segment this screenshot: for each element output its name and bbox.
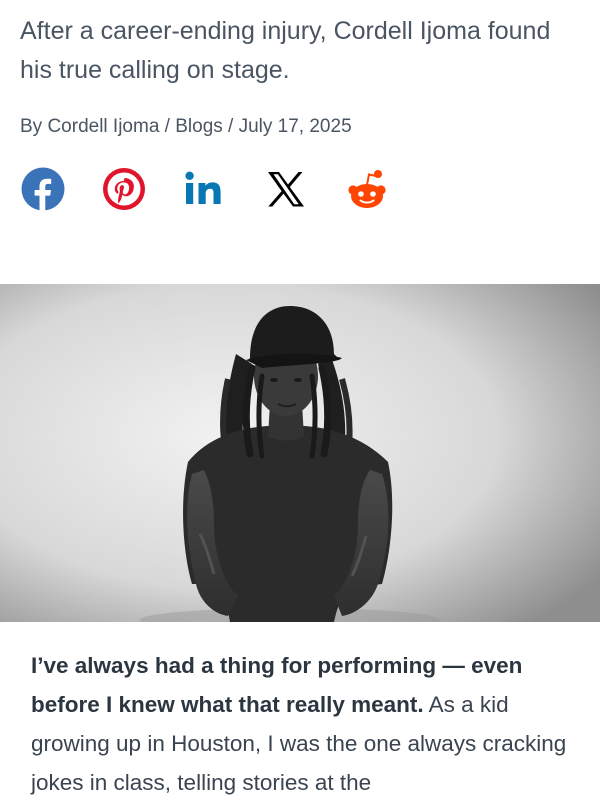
- pinterest-icon: [102, 167, 146, 211]
- portrait-photo: [0, 284, 600, 622]
- article-byline: By Cordell Ijoma / Blogs / July 17, 2025: [20, 116, 352, 138]
- share-facebook-button[interactable]: [20, 166, 66, 212]
- share-pinterest-button[interactable]: [101, 166, 147, 212]
- author-link[interactable]: Cordell Ijoma: [47, 116, 159, 137]
- share-bar: [20, 166, 390, 212]
- share-reddit-button[interactable]: [344, 166, 390, 212]
- article-body-paragraph: I’ve always had a thing for performing —…: [31, 646, 576, 802]
- share-x-button[interactable]: [263, 166, 309, 212]
- publish-date: July 17, 2025: [238, 116, 352, 137]
- share-linkedin-button[interactable]: [182, 166, 228, 212]
- category-link[interactable]: Blogs: [175, 116, 223, 137]
- facebook-icon: [21, 167, 65, 211]
- article-subtitle: After a career-ending injury, Cordell Ij…: [20, 17, 551, 84]
- x-icon: [266, 169, 306, 209]
- linkedin-icon: [183, 167, 227, 211]
- reddit-icon: [345, 167, 389, 211]
- byline-separator: /: [222, 116, 239, 137]
- hero-image: [0, 284, 600, 622]
- byline-prefix: By: [20, 116, 48, 137]
- byline-separator: /: [159, 116, 176, 137]
